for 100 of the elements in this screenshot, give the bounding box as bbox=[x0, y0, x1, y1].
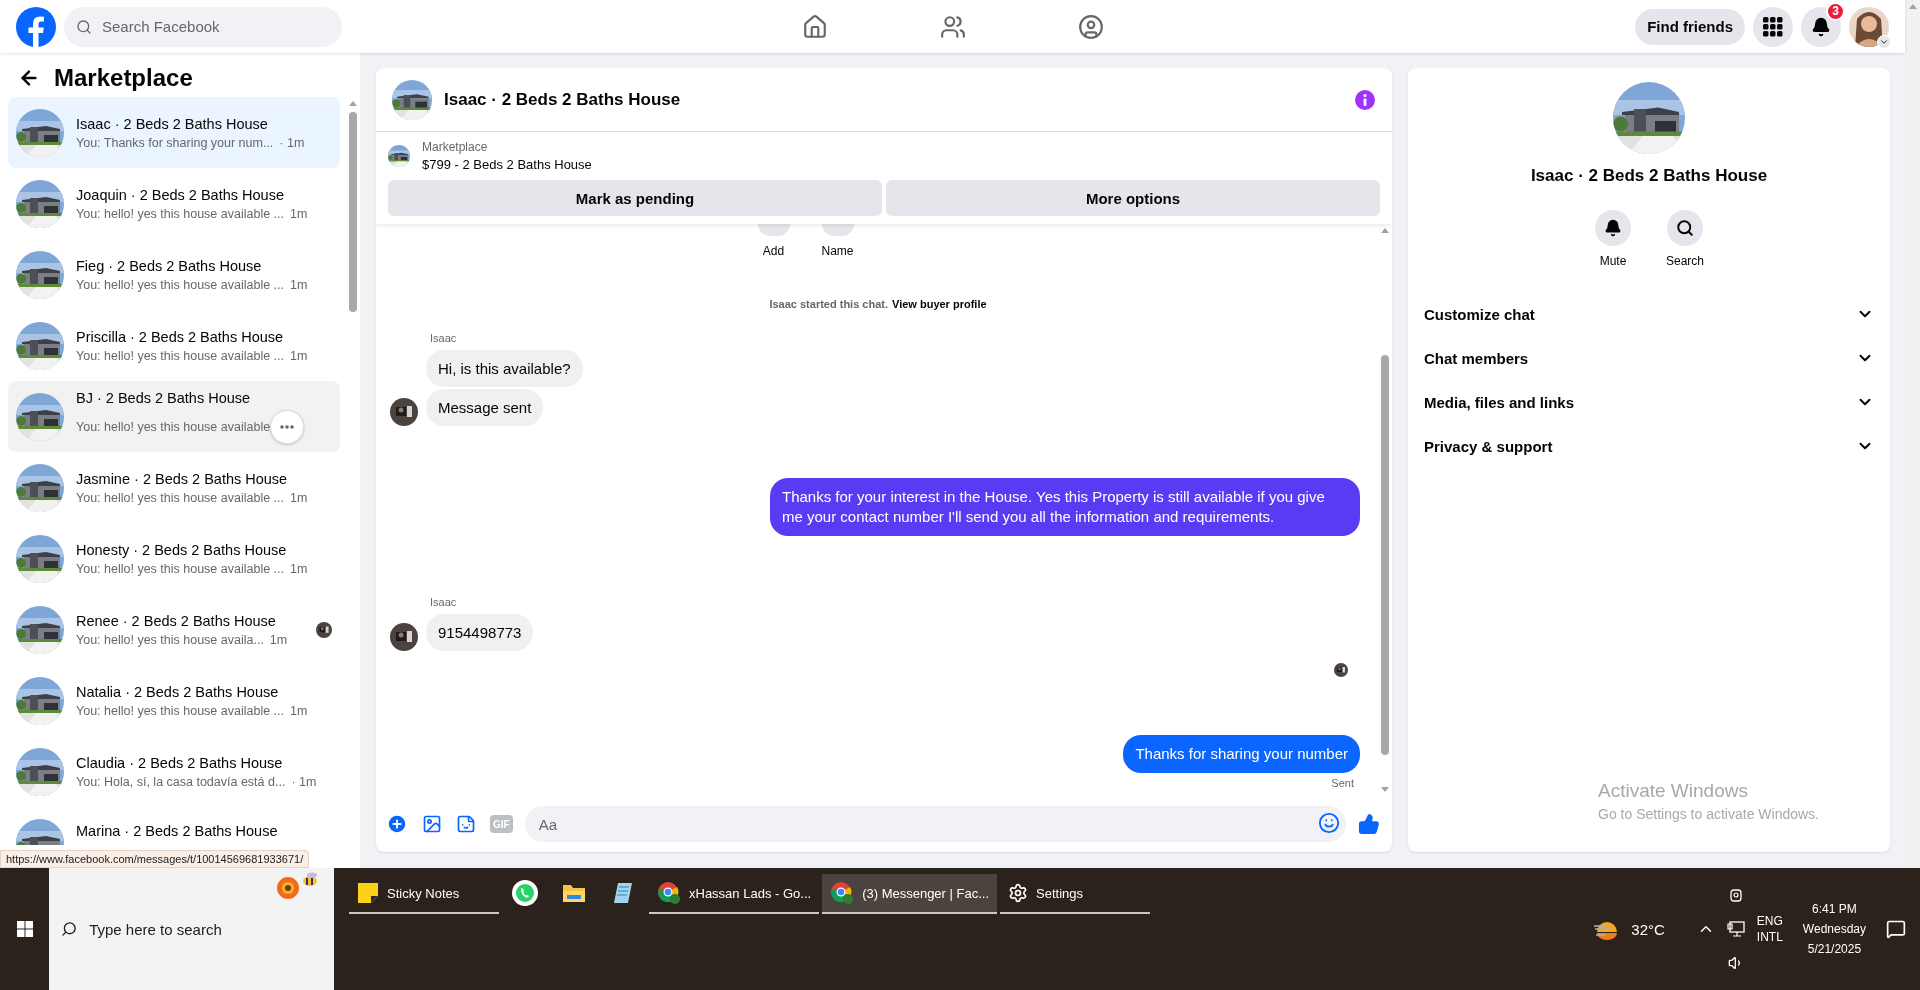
conversation-title: Priscilla · 2 Beds 2 Baths House bbox=[76, 328, 285, 345]
language-indicator[interactable]: INTL bbox=[1756, 930, 1783, 944]
home-icon bbox=[801, 13, 828, 40]
message-preview: You: hello! yes this house available ... bbox=[76, 703, 284, 718]
search-icon bbox=[1676, 219, 1694, 237]
smiley-icon bbox=[1318, 812, 1340, 834]
link-status-text: https://www.facebook.com/messages/t/10014569681933671/ bbox=[0, 850, 310, 868]
browser-icon bbox=[657, 881, 681, 905]
bell-icon bbox=[1604, 219, 1622, 237]
sticky-note-icon bbox=[357, 882, 379, 904]
activation-title: Activate Windows bbox=[1598, 780, 1749, 802]
accordion-row[interactable]: Media, files and links bbox=[1416, 380, 1882, 424]
listing-summary: $799 - 2 Beds 2 Baths House bbox=[422, 157, 592, 172]
quick-action-button[interactable]: Add bbox=[753, 224, 794, 258]
message-time: · 1m bbox=[291, 774, 317, 789]
clock-date: 5/21/2025 bbox=[1807, 942, 1862, 956]
conversation-item[interactable]: Honesty · 2 Beds 2 Baths House You: hello! yes this house available ... 1m bbox=[8, 523, 340, 594]
buyer-profile-link[interactable]: View buyer profile bbox=[892, 298, 987, 310]
message-preview: You: hello! yes this house available ... bbox=[76, 490, 284, 505]
message-input[interactable]: Aa bbox=[536, 814, 1306, 834]
conversation-item[interactable]: Priscilla · 2 Beds 2 Baths House You: hello! yes this house available ... 1m bbox=[8, 310, 340, 381]
thumbs-up-icon bbox=[1358, 813, 1380, 835]
more-icon bbox=[280, 424, 295, 429]
conversation-item[interactable]: Joaquin · 2 Beds 2 Baths House You: hello! yes this house available ... 1m bbox=[8, 168, 340, 239]
message-bubble: Thanks for your interest in the House. Yes this Property is still available if you give me your contact number I'll send you all the information and requirements. bbox=[770, 478, 1360, 536]
accordion-row[interactable]: Customize chat bbox=[1416, 292, 1882, 336]
listing-action-button[interactable]: More options bbox=[886, 180, 1380, 216]
message-preview: You: hello! yes this house available ... bbox=[76, 348, 284, 363]
conversation-title: Claudia · 2 Beds 2 Baths House bbox=[76, 754, 284, 771]
camera-icon[interactable] bbox=[1727, 887, 1744, 903]
chat-title: Isaac · 2 Beds 2 Baths House bbox=[444, 89, 682, 110]
message-preview: You: hello! yes this house available ... bbox=[76, 277, 284, 292]
folder-icon bbox=[562, 882, 586, 904]
conversation-item[interactable]: Fieg · 2 Beds 2 Baths House You: hello! yes this house available ... 1m bbox=[8, 239, 340, 310]
browser-icon bbox=[830, 881, 855, 905]
listing-source: Marketplace bbox=[422, 140, 489, 154]
conversation-title: Natalia · 2 Beds 2 Baths House bbox=[76, 683, 280, 700]
plus-icon bbox=[386, 813, 408, 835]
phone-bubble-icon bbox=[511, 879, 539, 907]
info-icon[interactable] bbox=[1354, 88, 1376, 111]
conversation-item[interactable]: BJ · 2 Beds 2 Baths House You: hello! yes this house available bbox=[8, 381, 340, 452]
message-preview: You: hello! yes this house available bbox=[76, 419, 271, 434]
menu-button[interactable] bbox=[1753, 6, 1793, 47]
taskbar-search-field[interactable]: Type here to search bbox=[49, 868, 334, 990]
profile-action-button[interactable]: Mute bbox=[1588, 210, 1638, 268]
search-icon bbox=[76, 18, 92, 35]
taskbar-app[interactable]: (3) Messenger | Fac... bbox=[822, 874, 998, 914]
scrollbar[interactable] bbox=[1905, 0, 1920, 868]
notifications-button[interactable]: 3 bbox=[1801, 6, 1841, 47]
message-time: 1m bbox=[269, 632, 288, 647]
message-time: · 1m bbox=[279, 135, 305, 150]
message-status: Sent bbox=[1331, 777, 1354, 789]
conversation-item[interactable]: Jasmine · 2 Beds 2 Baths House You: hello! yes this house available ... 1m bbox=[8, 452, 340, 523]
avatar-icon[interactable] bbox=[1849, 6, 1889, 47]
like-button[interactable] bbox=[1356, 811, 1382, 837]
sticker-icon bbox=[456, 814, 476, 834]
emoji-button[interactable] bbox=[1318, 812, 1340, 834]
message-field[interactable]: Aa bbox=[524, 806, 1346, 842]
search-input[interactable]: Search Facebook bbox=[100, 17, 330, 36]
taskbar-app[interactable]: xHassan Lads - Go... bbox=[649, 874, 820, 914]
language-indicator[interactable]: ENG bbox=[1756, 914, 1783, 928]
message-time: 1m bbox=[290, 703, 308, 718]
conversation-item[interactable]: Claudia · 2 Beds 2 Baths House You: Hola, sí, la casa todavía está d... · 1m bbox=[8, 736, 340, 807]
conversation-title: Renee · 2 Beds 2 Baths House bbox=[76, 612, 277, 629]
menu-grid-icon bbox=[1763, 16, 1783, 37]
profile-action-button[interactable]: Search bbox=[1660, 210, 1710, 268]
taskbar-search-input[interactable]: Type here to search bbox=[87, 919, 322, 939]
conversation-item[interactable]: Renee · 2 Beds 2 Baths House You: hello! yes this house availa... 1m bbox=[8, 594, 340, 665]
chat-notice: Isaac started this chat. bbox=[769, 298, 888, 310]
settings-icon bbox=[1008, 883, 1029, 903]
conversation-title: Isaac · 2 Beds 2 Baths House bbox=[76, 115, 269, 132]
person-circle-icon bbox=[1077, 13, 1104, 40]
quick-action-button[interactable]: Name bbox=[817, 224, 858, 258]
image-icon bbox=[422, 814, 442, 834]
notifications-icon[interactable] bbox=[1886, 919, 1906, 939]
contact-name: Isaac · 2 Beds 2 Baths House bbox=[1530, 166, 1768, 186]
accordion-row[interactable]: Privacy & support bbox=[1416, 424, 1882, 468]
conversation-item[interactable]: Isaac · 2 Beds 2 Baths House You: Thanks for sharing your num... · 1m bbox=[8, 97, 340, 168]
sender-name: Isaac bbox=[430, 332, 458, 344]
message-bubble: 9154498773 bbox=[426, 614, 534, 651]
message-time: 1m bbox=[290, 490, 308, 505]
taskbar-app[interactable]: Settings bbox=[1000, 874, 1151, 914]
search-icon bbox=[61, 920, 78, 938]
message-preview: You: Thanks for sharing your num... bbox=[76, 135, 274, 150]
accordion-row[interactable]: Chat members bbox=[1416, 336, 1882, 380]
conversation-title: BJ · 2 Beds 2 Baths House bbox=[76, 389, 252, 406]
find-friends-button[interactable]: Find friends bbox=[1635, 8, 1745, 45]
flower-drawing bbox=[276, 872, 320, 902]
search-field[interactable]: Search Facebook bbox=[64, 6, 342, 47]
message-time: 1m bbox=[290, 561, 308, 576]
logo-icon[interactable] bbox=[16, 6, 56, 47]
conversation-title: Jasmine · 2 Beds 2 Baths House bbox=[76, 470, 289, 487]
conversation-title: Fieg · 2 Beds 2 Baths House bbox=[76, 257, 263, 274]
listing-action-button[interactable]: Mark as pending bbox=[388, 180, 882, 216]
bell-icon bbox=[1811, 16, 1831, 37]
network-icon[interactable] bbox=[1726, 921, 1745, 937]
taskbar-app[interactable]: Sticky Notes bbox=[349, 874, 499, 914]
conversation-item[interactable]: Natalia · 2 Beds 2 Baths House You: hello! yes this house available ... 1m bbox=[8, 665, 340, 736]
message-preview: You: hello! yes this house available ... bbox=[76, 206, 284, 221]
people-icon bbox=[939, 13, 966, 40]
